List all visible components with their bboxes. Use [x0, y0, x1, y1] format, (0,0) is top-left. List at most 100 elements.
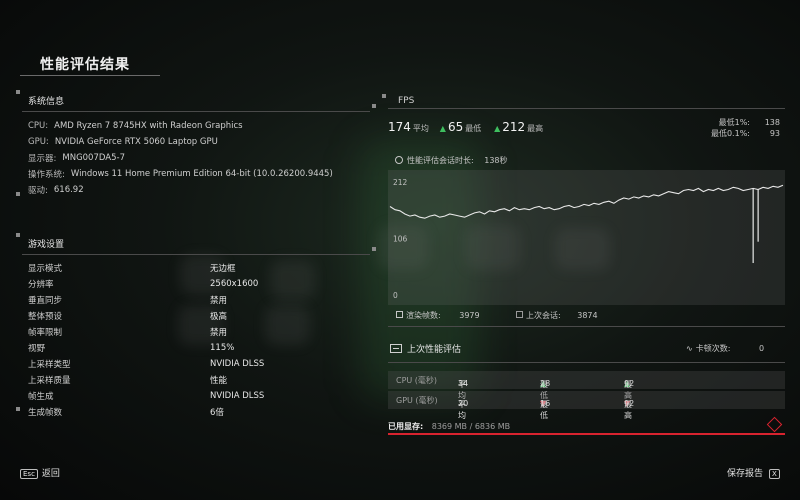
corner-marker	[382, 94, 386, 98]
game-setting-key: 上采样质量	[28, 376, 71, 386]
page-title: 性能评估结果	[40, 57, 130, 73]
game-setting-key: 整体预设	[28, 312, 63, 322]
game-setting-row: 视野 115%	[28, 340, 370, 356]
y-tick-label: 0	[393, 291, 398, 300]
checkbox-icon	[516, 311, 523, 318]
system-info-row: 驱动: 616.92	[28, 182, 370, 198]
fps-average-label: 平均	[412, 124, 429, 133]
last-perf-heading: 上次性能评估	[407, 345, 462, 355]
collapse-icon[interactable]	[390, 344, 402, 353]
fps-line-chart: 212 106 0	[389, 178, 784, 300]
system-info-list: CPU: AMD Ryzen 7 8745HX with Radeon Graph…	[22, 112, 370, 198]
game-setting-value: 禁用	[210, 328, 228, 338]
stutter-value: 0	[758, 344, 765, 353]
up-triangle-icon: ▲	[494, 124, 501, 133]
game-settings-panel: 游戏设置 显示模式 无边框 分辨率 2560x1600 垂直同步 禁用 整体预设 极高 帧率限制…	[16, 233, 376, 420]
corner-marker	[372, 104, 376, 108]
game-setting-row: 整体预设 极高	[28, 308, 370, 324]
system-info-heading: 系统信息	[22, 94, 370, 112]
divider	[388, 362, 785, 363]
game-setting-value: 极高	[210, 312, 228, 322]
system-info-value: AMD Ryzen 7 8745HX with Radeon Graphics	[54, 121, 243, 131]
system-info-key: 驱动:	[28, 186, 48, 196]
fps-average-value: 174	[388, 120, 411, 134]
session-duration: 性能评估会话时长: 138秒	[395, 155, 508, 166]
game-setting-key: 垂直同步	[28, 296, 63, 306]
back-button[interactable]: Esc 返回	[20, 466, 60, 479]
last-session-value: 3874	[577, 311, 598, 320]
up-triangle-icon: ▲	[439, 124, 446, 133]
game-setting-row: 上采样类型 NVIDIA DLSS	[28, 356, 370, 372]
game-setting-key: 生成帧数	[28, 408, 63, 418]
rendered-frames-value: 3979	[459, 311, 480, 320]
vram-usage: 已用显存: 8369 MB / 6836 MB	[388, 421, 510, 432]
game-setting-key: 帧率限制	[28, 328, 63, 338]
x-key-icon: X	[769, 469, 780, 479]
game-setting-key: 分辨率	[28, 280, 54, 290]
vram-bar	[388, 433, 785, 435]
low1-value: 138	[764, 118, 780, 127]
game-setting-value: 2560x1600	[210, 279, 259, 289]
system-info-value: Windows 11 Home Premium Edition 64-bit (…	[70, 169, 333, 179]
fps-min-value: 65	[447, 120, 464, 134]
game-setting-row: 显示模式 无边框	[28, 260, 370, 276]
system-info-key: GPU:	[28, 137, 49, 147]
game-setting-value: 6倍	[210, 408, 224, 418]
low1-label: 最低1%:	[718, 118, 750, 127]
game-setting-key: 帧生成	[28, 392, 54, 402]
game-setting-value: NVIDIA DLSS	[210, 391, 265, 401]
checkbox-icon	[396, 311, 403, 318]
stutter-label: 卡顿次数:	[695, 344, 731, 353]
game-setting-key: 显示模式	[28, 264, 63, 274]
clock-icon	[395, 156, 403, 164]
stutter-count: ∿ 卡顿次数: 0	[686, 343, 764, 354]
save-report-button[interactable]: 保存报告 X	[727, 466, 780, 479]
fps-series-line	[389, 184, 784, 219]
gpu-label: GPU (毫秒)	[396, 396, 438, 405]
game-setting-row: 生成帧数 6倍	[28, 404, 370, 420]
game-setting-key: 视野	[28, 344, 46, 354]
game-setting-value: 无边框	[210, 264, 236, 274]
title-divider	[20, 75, 160, 76]
back-label: 返回	[41, 469, 60, 479]
low01-label: 最低0.1%:	[710, 129, 750, 138]
corner-marker	[16, 90, 20, 94]
esc-key-icon: Esc	[20, 469, 38, 479]
system-info-row: 操作系统: Windows 11 Home Premium Edition 64-…	[28, 166, 370, 182]
fps-max-label: 最高	[527, 124, 544, 133]
corner-marker	[372, 247, 376, 251]
vram-value: 8369 MB / 6836 MB	[431, 422, 511, 431]
game-setting-row: 分辨率 2560x1600	[28, 276, 370, 292]
system-info-value: 616.92	[53, 185, 84, 195]
session-duration-label: 性能评估会话时长:	[407, 156, 474, 165]
fps-max-value: 212	[502, 120, 526, 134]
system-info-key: CPU:	[28, 121, 49, 131]
cpu-frametime-row: CPU (毫秒) 34 平均 ▲ 28 最低 ▲ 92 最高	[388, 371, 785, 400]
fps-chart: 212 106 0	[388, 170, 785, 305]
pulse-icon: ∿	[686, 344, 693, 353]
game-setting-row: 帧率限制 禁用	[28, 324, 370, 340]
session-duration-value: 138秒	[484, 156, 508, 165]
rendered-frames-label: 渲染帧数:	[406, 311, 441, 320]
system-info-key: 显示器:	[28, 154, 57, 164]
fps-min-label: 最低	[465, 124, 482, 133]
system-info-value: MNG007DA5-7	[62, 153, 125, 163]
cpu-label: CPU (毫秒)	[396, 376, 438, 385]
gpu-frametime-row: GPU (毫秒) 20 平均 ▼ 16 最低 ▼ 92 最高	[388, 391, 785, 420]
game-setting-value: 性能	[210, 376, 228, 386]
system-info-row: CPU: AMD Ryzen 7 8745HX with Radeon Graph…	[28, 118, 370, 134]
y-tick-label: 212	[393, 178, 408, 187]
fps-summary: 174 平均 ▲ 65 最低 ▲ 212 最高	[388, 120, 543, 134]
warning-icon	[766, 416, 783, 433]
game-settings-list: 显示模式 无边框 分辨率 2560x1600 垂直同步 禁用 整体预设 极高 帧率限制 禁用 视野 1…	[22, 255, 370, 420]
system-info-row: 显示器: MNG007DA5-7	[28, 150, 370, 166]
divider	[388, 326, 785, 327]
low01-value: 93	[769, 129, 780, 138]
corner-marker	[16, 233, 20, 237]
game-setting-value: 115%	[210, 343, 235, 353]
game-setting-value: NVIDIA DLSS	[210, 359, 265, 369]
system-info-panel: 系统信息 CPU: AMD Ryzen 7 8745HX with Radeon …	[16, 90, 376, 198]
game-setting-value: 禁用	[210, 296, 228, 306]
last-perf-heading-wrap: 上次性能评估	[390, 342, 461, 355]
y-tick-label: 106	[393, 235, 408, 244]
